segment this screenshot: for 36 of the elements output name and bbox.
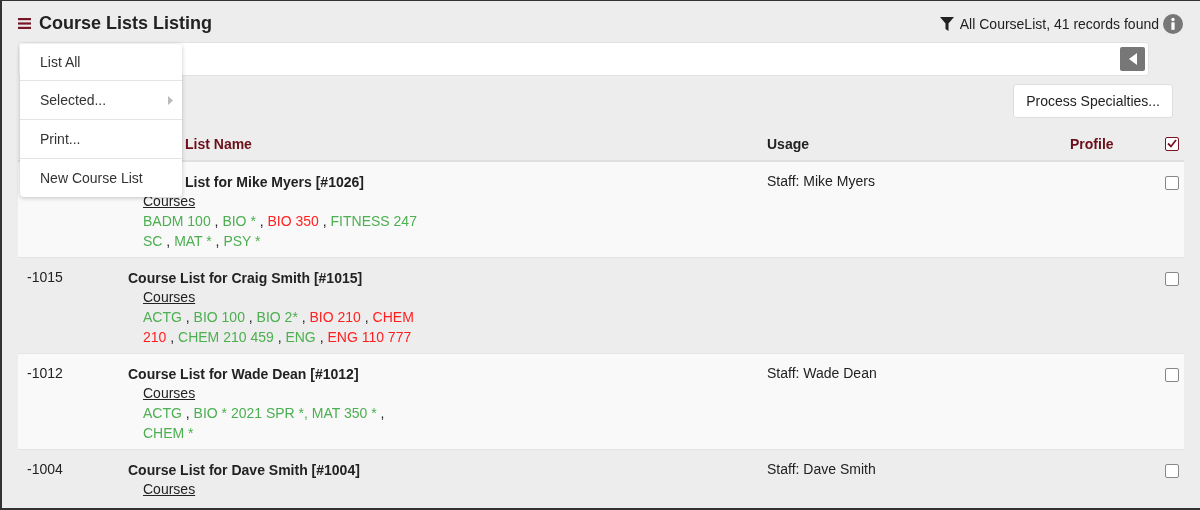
- row-checkbox[interactable]: [1165, 464, 1179, 478]
- row-checkbox[interactable]: [1165, 272, 1179, 286]
- row-checkbox[interactable]: [1165, 176, 1179, 190]
- course-list-title: List for Mike Myers [#1026]: [185, 173, 364, 191]
- page-title: Course Lists Listing: [39, 13, 213, 34]
- course-list-title: Course List for Craig Smith [#1015]: [128, 269, 363, 287]
- list-id: -1012: [27, 365, 63, 381]
- usage-text: Staff: Mike Myers: [767, 173, 875, 189]
- list-id: -1004: [27, 461, 63, 477]
- menu-item[interactable]: List All: [20, 44, 182, 80]
- course-list-title: Course List for Dave Smith [#1004]: [128, 461, 360, 479]
- course-codes: ACTG , BIO * 2021 SPR *, MAT 350 * , CHEM *: [143, 404, 386, 443]
- courses-link[interactable]: Courses: [143, 288, 196, 307]
- course-codes: ACTG , BIO 100 , BIO 2* , BIO 210 , CHEM 210 , CHEM 210 459 , ENG , ENG 110 777: [143, 308, 415, 347]
- row-checkbox[interactable]: [1165, 368, 1179, 382]
- records-found-text: All CourseList, 41 records found: [959, 15, 1159, 32]
- course-codes: BADM 100 , BIO * , BIO 350 , FITNESS 247 SC , MAT * , PSY *: [143, 212, 418, 251]
- collapse-button[interactable]: [1120, 47, 1145, 71]
- courses-link[interactable]: Courses: [143, 480, 196, 499]
- menu-item[interactable]: Print...: [20, 120, 182, 158]
- usage-text: Staff: Wade Dean: [767, 365, 877, 381]
- process-specialties-button[interactable]: Process Specialties...: [1013, 84, 1173, 118]
- column-header[interactable]: List Name: [185, 136, 252, 152]
- column-header[interactable]: Profile: [1070, 136, 1114, 152]
- menu-item[interactable]: New Course List: [20, 159, 182, 197]
- info-icon[interactable]: [1163, 13, 1183, 34]
- course-list-title: Course List for Wade Dean [#1012]: [128, 365, 359, 383]
- courses-link[interactable]: Courses: [143, 384, 196, 403]
- menu-icon[interactable]: [18, 18, 31, 29]
- left-triangle-icon: [1128, 53, 1137, 65]
- filter-icon: [939, 16, 954, 31]
- menu-item[interactable]: Selected...: [20, 81, 182, 119]
- usage-text: Staff: Dave Smith: [767, 461, 876, 477]
- select-all-checkbox[interactable]: [1165, 136, 1179, 151]
- list-id: -1015: [27, 269, 63, 285]
- column-header: Usage: [767, 136, 810, 152]
